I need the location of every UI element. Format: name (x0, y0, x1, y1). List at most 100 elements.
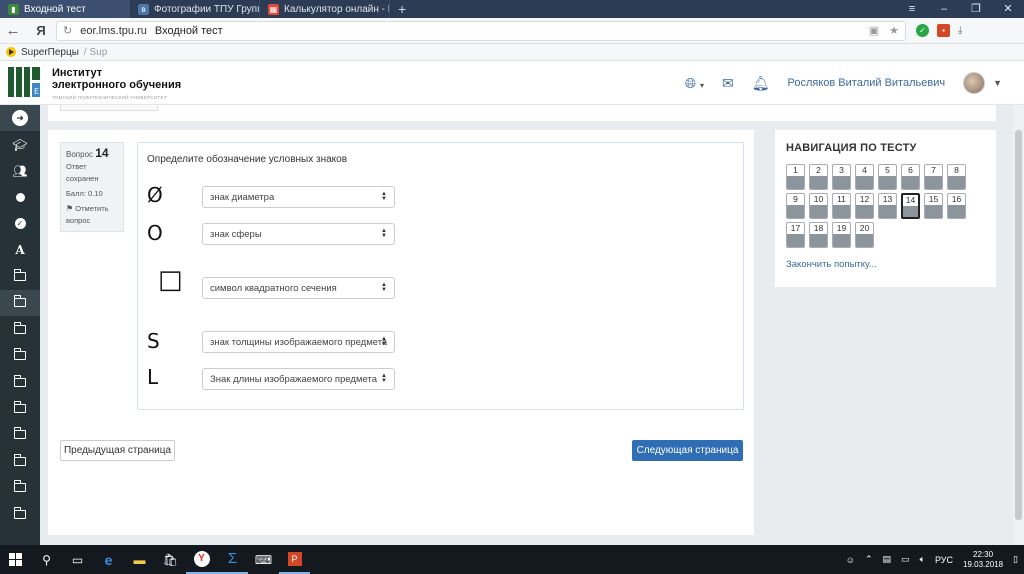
answer-select[interactable]: символ квадратного сечения ▲ ▼ (202, 277, 395, 299)
users-icon: 👥︎ (12, 163, 28, 178)
finish-attempt-link[interactable]: Закончить попытку... (786, 259, 877, 270)
volume-icon[interactable]: 🔈︎ (920, 554, 925, 565)
question-nav-button[interactable]: 4 (855, 164, 874, 190)
question-nav-button[interactable]: 6 (901, 164, 920, 190)
sidebar-item-folder[interactable] (0, 395, 40, 421)
sidebar-item-participants[interactable]: 👥︎ (0, 158, 40, 184)
question-nav-button[interactable]: 3 (832, 164, 851, 190)
tab-label: Калькулятор онлайн - Реш (284, 3, 389, 15)
star-icon[interactable]: ★ (889, 24, 899, 37)
yandex-browser-icon[interactable]: Y (186, 545, 217, 574)
minimize-icon[interactable]: – (928, 0, 960, 18)
mail-icon[interactable]: ✉ (722, 75, 734, 92)
new-tab-button[interactable]: + (390, 0, 414, 18)
sidebar-item-folder[interactable] (0, 343, 40, 369)
close-window-icon[interactable]: ✕ (992, 0, 1024, 18)
search-icon[interactable]: ⚲ (31, 545, 62, 574)
reader-mode-icon[interactable]: ▣ (869, 24, 879, 37)
question-nav-button[interactable]: 1 (786, 164, 805, 190)
sidebar-item-grades[interactable]: ✓ (0, 211, 40, 237)
protect-shield-icon[interactable]: ✓ (916, 24, 929, 37)
question-nav-button[interactable]: 17 (786, 222, 805, 248)
user-name[interactable]: Росляков Виталий Витальевич (788, 77, 946, 89)
sidebar-toggle[interactable]: ➜ (0, 105, 40, 132)
flag-question-link[interactable]: ⚑ Отметить вопрос (66, 203, 118, 227)
file-explorer-icon[interactable]: ▬ (124, 545, 155, 574)
clock[interactable]: 22:30 19.03.2018 (963, 550, 1003, 570)
question-nav-button[interactable]: 15 (924, 193, 943, 219)
previous-page-button[interactable]: Предыдущая страница (60, 440, 175, 461)
avatar[interactable] (963, 72, 986, 94)
powerpoint-icon[interactable]: P (279, 545, 310, 574)
scrollbar-thumb[interactable] (1015, 130, 1022, 520)
address-field[interactable]: ↻ eor.lms.tpu.ru Входной тест ▣ ★ (56, 20, 906, 41)
sidebar-item-folder[interactable] (0, 369, 40, 395)
browser-tab-active[interactable]: ▮ Входной тест (0, 0, 130, 18)
yandex-logo-icon[interactable]: Я (26, 23, 56, 38)
browser-tab[interactable]: ▦ Калькулятор онлайн - Реш × (260, 0, 390, 18)
chevron-down-icon[interactable]: ▼ (993, 78, 1002, 88)
network-icon[interactable]: ▤ (883, 554, 892, 565)
sidebar-item-courses[interactable]: 🎓︎ (0, 131, 40, 157)
chevron-up-icon[interactable]: ⌃ (865, 554, 873, 565)
bell-icon[interactable]: 🔔︎ (752, 75, 770, 92)
start-button[interactable] (0, 545, 31, 574)
answered-fill (856, 176, 873, 189)
answered-fill (810, 176, 827, 189)
question-nav-button[interactable]: 16 (947, 193, 966, 219)
question-nav-button[interactable]: 7 (924, 164, 943, 190)
extension-icon[interactable]: ▪ (937, 24, 950, 37)
answer-select[interactable]: знак диаметра ▲ ▼ (202, 186, 395, 208)
sidebar-item-folder[interactable] (0, 474, 40, 500)
answer-select[interactable]: знак толщины изображаемого предмета ▲ ▼ (202, 331, 395, 353)
store-icon[interactable]: 🛍︎ (155, 545, 186, 574)
url-page-title: Входной тест (154, 24, 223, 37)
sidebar-item-dot[interactable] (0, 184, 40, 210)
question-nav-button[interactable]: 19 (832, 222, 851, 248)
question-nav-button[interactable]: 10 (809, 193, 828, 219)
keyboard-icon[interactable]: ⌨ (248, 545, 279, 574)
bookmark-item[interactable]: / Sup (84, 47, 107, 58)
sidebar-item-folder[interactable] (0, 501, 40, 527)
question-nav-button[interactable]: 5 (878, 164, 897, 190)
person-icon[interactable]: ☺ (846, 555, 855, 565)
question-nav-button[interactable]: 18 (809, 222, 828, 248)
question-nav-button[interactable]: 2 (809, 164, 828, 190)
sidebar-item-folder[interactable] (0, 422, 40, 448)
next-page-button[interactable]: Следующая страница (632, 440, 743, 461)
edge-icon[interactable]: e (93, 545, 124, 574)
back-arrow-icon[interactable]: ← (0, 22, 26, 39)
task-view-icon[interactable]: ▭ (62, 545, 93, 574)
reload-icon[interactable]: ↻ (63, 24, 72, 37)
symbol-s: S (147, 329, 160, 353)
sidebar-item-folder[interactable] (0, 316, 40, 342)
question-nav-number: 15 (928, 194, 939, 204)
notifications-icon[interactable]: ▯ (1013, 554, 1018, 565)
keyboard-language[interactable]: РУС (935, 555, 953, 565)
logo-line1: Институт (52, 67, 103, 79)
question-region: Вопрос 14 Ответ сохранен Балл: 0.10 ⚑ От… (48, 130, 754, 535)
question-nav-button[interactable]: 20 (855, 222, 874, 248)
sidebar-item-folder[interactable] (0, 263, 40, 289)
answer-select[interactable]: Знак длины изображаемого предмета ▲ ▼ (202, 368, 395, 390)
question-nav-button[interactable]: 13 (878, 193, 897, 219)
globe-language-icon[interactable]: 🌐︎ ▾ (685, 75, 704, 92)
sidebar-item-font[interactable]: A (0, 237, 40, 263)
question-nav-button[interactable]: 9 (786, 193, 805, 219)
bookmark-item[interactable]: SuperПерцы (21, 47, 79, 58)
sigma-app-icon[interactable]: Σ (217, 545, 248, 574)
question-nav-button[interactable]: 14 (901, 193, 920, 219)
browser-tab[interactable]: в Фотографии ТПУ Группа З (130, 0, 260, 18)
page-scrollbar[interactable] (1013, 105, 1024, 545)
question-nav-button[interactable]: 11 (832, 193, 851, 219)
battery-icon[interactable]: ▭ (901, 554, 910, 565)
question-nav-button[interactable]: 8 (947, 164, 966, 190)
restore-icon[interactable]: ❐ (960, 0, 992, 18)
answer-select[interactable]: знак сферы ▲ ▼ (202, 223, 395, 245)
institute-logo-icon[interactable]: E (8, 67, 40, 97)
menu-icon[interactable]: ≡ (896, 0, 928, 18)
question-nav-button[interactable]: 12 (855, 193, 874, 219)
sidebar-item-folder[interactable] (0, 448, 40, 474)
sidebar-item-folder[interactable] (0, 289, 40, 317)
download-icon[interactable]: ⤓ (958, 25, 962, 36)
